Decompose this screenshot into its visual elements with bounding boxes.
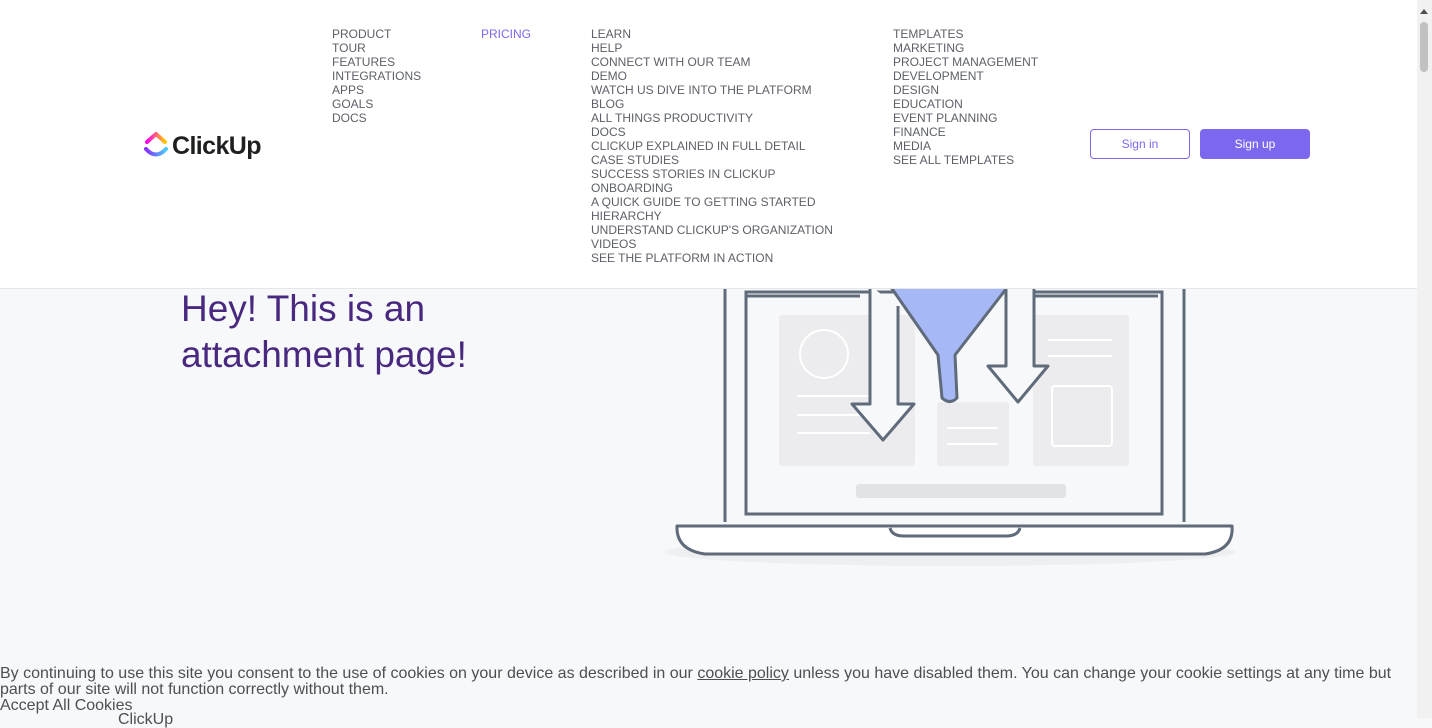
nav-link-docs-learn[interactable]: DOCS [591, 125, 833, 139]
nav-link-docs[interactable]: DOCS [332, 111, 421, 125]
nav-desc-blog: ALL THINGS PRODUCTIVITY [591, 111, 754, 125]
nav-link-case-studies[interactable]: CASE STUDIES [591, 153, 833, 167]
logo-wordmark: ClickUp [172, 132, 261, 160]
nav-desc-onboarding: A QUICK GUIDE TO GETTING STARTED [591, 195, 816, 209]
scroll-up-arrow-icon[interactable] [1420, 9, 1428, 14]
site-header: ClickUp PRODUCT TOUR FEATURES INTEGRATIO… [0, 0, 1417, 289]
sign-up-button[interactable]: Sign up [1200, 129, 1310, 159]
nav-link-design[interactable]: DESIGN [893, 83, 1038, 97]
cookie-banner-text: By continuing to use this site you conse… [0, 666, 1410, 698]
nav-desc-help: CONNECT WITH OUR TEAM [591, 55, 751, 69]
nav-link-project-management[interactable]: PROJECT MANAGEMENT [893, 55, 1038, 69]
nav-column-templates: TEMPLATES MARKETING PROJECT MANAGEMENT D… [893, 27, 1038, 167]
accept-cookies-button[interactable]: Accept All Cookies [0, 698, 133, 714]
nav-link-learn[interactable]: LEARN [591, 27, 833, 41]
nav-link-integrations[interactable]: INTEGRATIONS [332, 69, 421, 83]
nav-link-templates[interactable]: TEMPLATES [893, 27, 1038, 41]
nav-desc-case-studies: SUCCESS STORIES IN CLICKUP [591, 167, 776, 181]
nav-link-media[interactable]: MEDIA [893, 139, 1038, 153]
footer-brand-text: ClickUp [118, 711, 174, 728]
nav-link-marketing[interactable]: MARKETING [893, 41, 1038, 55]
nav-link-demo[interactable]: DEMO [591, 69, 833, 83]
nav-link-videos[interactable]: VIDEOS [591, 237, 833, 251]
cookie-text-before: By continuing to use this site you conse… [0, 665, 693, 682]
nav-desc-videos: SEE THE PLATFORM IN ACTION [591, 251, 774, 265]
nav-link-development[interactable]: DEVELOPMENT [893, 69, 1038, 83]
logo[interactable]: ClickUp [144, 129, 261, 164]
nav-desc-demo: WATCH US DIVE INTO THE PLATFORM [591, 83, 812, 97]
nav-link-event-planning[interactable]: EVENT PLANNING [893, 111, 1038, 125]
nav-column-learn: LEARN HELP CONNECT WITH OUR TEAM DEMO WA… [591, 27, 833, 265]
page-scrollbar[interactable] [1417, 0, 1432, 718]
nav-desc-docs: CLICKUP EXPLAINED IN FULL DETAIL [591, 139, 806, 153]
nav-link-onboarding[interactable]: ONBOARDING [591, 181, 833, 195]
nav-link-finance[interactable]: FINANCE [893, 125, 1038, 139]
nav-link-features[interactable]: FEATURES [332, 55, 421, 69]
nav-link-tour[interactable]: TOUR [332, 41, 421, 55]
nav-link-see-all-templates[interactable]: SEE ALL TEMPLATES [893, 153, 1038, 167]
sign-in-button[interactable]: Sign in [1090, 129, 1190, 159]
page-title: Hey! This is an attachment page! [181, 288, 467, 375]
nav-column-product: PRODUCT TOUR FEATURES INTEGRATIONS APPS … [332, 27, 421, 125]
scrollbar-thumb[interactable] [1420, 22, 1428, 72]
nav-link-apps[interactable]: APPS [332, 83, 421, 97]
nav-link-help[interactable]: HELP [591, 41, 833, 55]
nav-link-blog[interactable]: BLOG [591, 97, 833, 111]
nav-column-pricing: PRICING [481, 27, 531, 41]
nav-link-pricing[interactable]: PRICING [481, 27, 531, 41]
cookie-policy-link[interactable]: cookie policy [697, 665, 789, 682]
nav-desc-hierarchy: UNDERSTAND CLICKUP'S ORGANIZATION [591, 223, 833, 237]
nav-link-product[interactable]: PRODUCT [332, 27, 421, 41]
nav-link-education[interactable]: EDUCATION [893, 97, 1038, 111]
clickup-logo-icon [144, 129, 168, 164]
nav-link-goals[interactable]: GOALS [332, 97, 421, 111]
nav-link-hierarchy[interactable]: HIERARCHY [591, 209, 833, 223]
